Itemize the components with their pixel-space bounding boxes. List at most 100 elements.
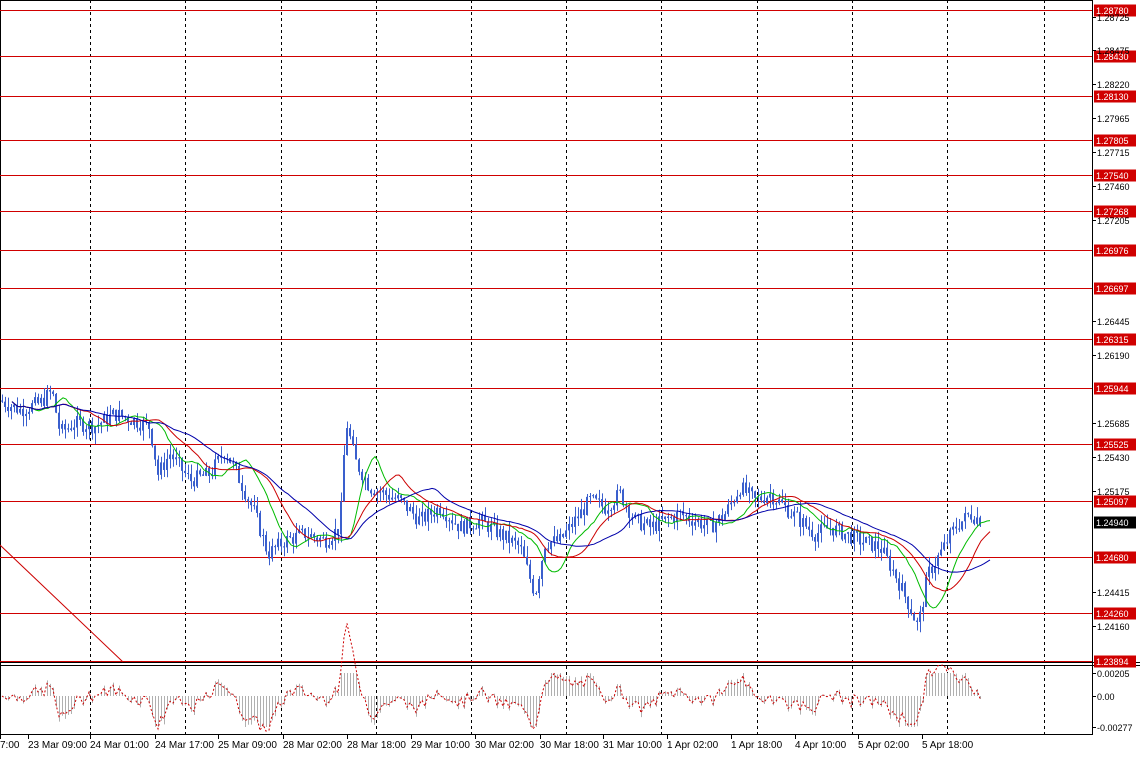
- price-chart[interactable]: 1.287801.284301.281301.278051.275401.272…: [0, 0, 1140, 757]
- candle-body: [475, 528, 477, 530]
- candle-body: [193, 481, 195, 487]
- time-tick-label: 4 Apr 10:00: [795, 740, 847, 751]
- candle-body: [499, 529, 501, 538]
- candle-body: [85, 429, 87, 432]
- candle-body: [331, 540, 333, 545]
- candle-body: [190, 473, 192, 482]
- candle-body: [391, 497, 393, 500]
- candle-body: [655, 521, 657, 532]
- candle-body: [115, 409, 117, 421]
- candle-body: [361, 471, 363, 481]
- candle-body: [910, 609, 912, 614]
- candle-body: [340, 501, 342, 535]
- candle-body: [406, 500, 408, 512]
- candle-body: [754, 491, 756, 498]
- candle-body: [727, 504, 729, 515]
- price-tick-label: 1.27460: [1097, 182, 1130, 192]
- candle-body: [661, 516, 663, 520]
- candle-body: [952, 526, 954, 530]
- candle-body: [895, 569, 897, 579]
- candle-body: [337, 528, 339, 535]
- time-tick-label: 29 Mar 10:00: [411, 740, 470, 751]
- candle-body: [70, 428, 72, 430]
- candle-body: [703, 525, 705, 529]
- candle-body: [739, 494, 741, 497]
- candle-body: [61, 424, 63, 429]
- price-tick-label: 1.26445: [1097, 317, 1130, 327]
- time-tick-label: 5 Apr 02:00: [858, 740, 910, 751]
- candle-body: [169, 454, 171, 459]
- candle-body: [967, 513, 969, 515]
- level-price-label: 1.27805: [1096, 136, 1129, 146]
- candle-body: [736, 496, 738, 503]
- candle-body: [742, 482, 744, 495]
- candle-body: [571, 523, 573, 527]
- candle-body: [667, 516, 669, 518]
- candle-body: [253, 505, 255, 507]
- candle-body: [496, 522, 498, 538]
- candle-body: [280, 538, 282, 547]
- candle-body: [715, 522, 717, 533]
- level-price-label: 1.24680: [1096, 553, 1129, 563]
- candle-body: [613, 505, 615, 510]
- candle-body: [769, 493, 771, 498]
- candle-body: [538, 579, 540, 594]
- time-tick-label: 30 Mar 02:00: [475, 740, 534, 751]
- candle-body: [28, 411, 30, 414]
- candle-body: [37, 397, 39, 404]
- candle-body: [184, 470, 186, 474]
- candle-body: [541, 561, 543, 580]
- candle-body: [502, 529, 504, 540]
- time-tick-label: 28 Mar 18:00: [347, 740, 406, 751]
- candle-body: [166, 458, 168, 470]
- candle-body: [43, 397, 45, 406]
- time-tick-label: 1 Apr 02:00: [667, 740, 719, 751]
- candle-body: [592, 495, 594, 497]
- candle-body: [433, 514, 435, 517]
- candle-body: [787, 505, 789, 518]
- oscillator-tick-label: 0.00: [1097, 692, 1115, 702]
- candle-body: [961, 521, 963, 530]
- candle-body: [931, 566, 933, 573]
- candle-body: [427, 508, 429, 522]
- candle-body: [940, 549, 942, 556]
- candle-body: [205, 467, 207, 476]
- candle-body: [412, 506, 414, 514]
- candle-body: [172, 454, 174, 460]
- candle-body: [607, 510, 609, 514]
- current-price-label: 1.24940: [1096, 518, 1129, 528]
- candle-body: [31, 403, 33, 412]
- time-tick-label: 1 Apr 18:00: [731, 740, 783, 751]
- oscillator-tick-label: -0.00277: [1097, 723, 1133, 733]
- candle-body: [292, 537, 294, 544]
- candle-body: [418, 516, 420, 525]
- candle-body: [373, 493, 375, 496]
- candle-body: [529, 564, 531, 579]
- candle-body: [25, 413, 27, 417]
- candle-body: [796, 511, 798, 513]
- candle-body: [358, 459, 360, 472]
- candle-body: [883, 547, 885, 553]
- candle-body: [640, 514, 642, 531]
- candle-body: [772, 493, 774, 505]
- candle-body: [898, 578, 900, 591]
- candle-body: [628, 506, 630, 518]
- candle-body: [970, 514, 972, 520]
- candle-body: [58, 412, 60, 429]
- candle-body: [649, 519, 651, 528]
- candle-body: [583, 509, 585, 516]
- candle-body: [505, 530, 507, 540]
- candle-body: [889, 555, 891, 571]
- candle-body: [91, 421, 93, 434]
- candle-body: [664, 516, 666, 520]
- candle-body: [301, 528, 303, 531]
- candle-body: [802, 518, 804, 527]
- candle-body: [511, 537, 513, 543]
- candle-body: [94, 426, 96, 434]
- candle-body: [859, 532, 861, 545]
- candle-body: [73, 427, 75, 430]
- candle-body: [514, 537, 516, 541]
- candle-body: [448, 520, 450, 522]
- candle-body: [598, 498, 600, 500]
- candle-body: [100, 422, 102, 425]
